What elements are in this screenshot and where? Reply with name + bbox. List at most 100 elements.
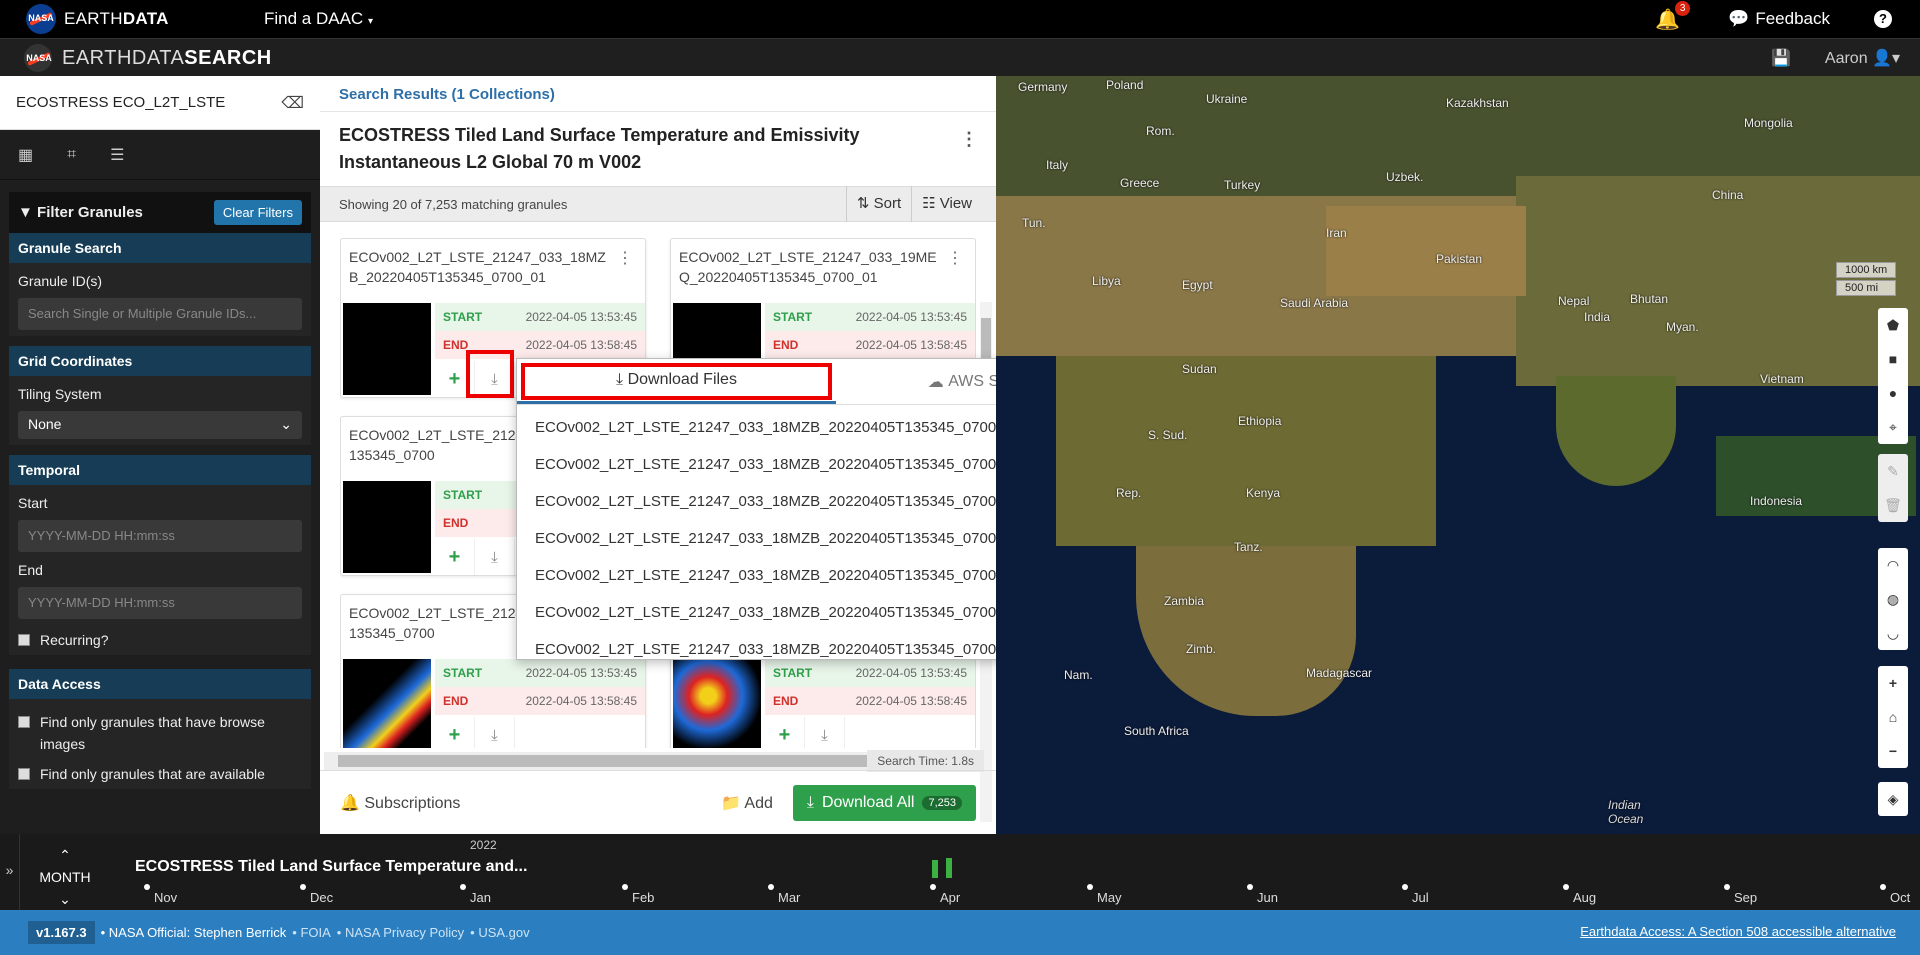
tab-download-files[interactable]: ⤓ Download Files xyxy=(517,359,836,404)
end-date-input[interactable]: YYYY-MM-DD HH:mm:ss xyxy=(18,587,302,619)
highlight-box xyxy=(466,350,514,398)
search-app-header: NASA EARTHDATASEARCH 💾 Aaron 👤▾ xyxy=(0,38,1920,76)
checkbox-box[interactable] xyxy=(18,634,30,646)
checkbox-box[interactable] xyxy=(18,716,30,728)
interval-selector[interactable]: ⌃ MONTH ⌄ xyxy=(20,834,110,910)
nasa-official: • NASA Official: Stephen Berrick xyxy=(100,925,287,940)
chevron-down-icon[interactable]: ⌄ xyxy=(20,888,110,910)
map-label: Poland xyxy=(1106,78,1144,92)
zoom-tools: + ⌂ − xyxy=(1878,666,1908,768)
map-label: Uzbek. xyxy=(1386,170,1424,184)
collapse-timeline-icon[interactable]: » xyxy=(0,834,20,910)
help-button[interactable]: ? xyxy=(1874,10,1892,28)
field-label: Granule ID(s) xyxy=(18,273,103,289)
add-to-project-button[interactable]: 📁 Add xyxy=(721,793,773,813)
chevron-up-icon[interactable]: ⌃ xyxy=(20,844,110,866)
map-view[interactable]: Germany Poland Ukraine Kazakhstan Mongol… xyxy=(996,76,1920,834)
map-label: Saudi Arabia xyxy=(1280,296,1349,310)
map-label: Mongolia xyxy=(1744,116,1793,130)
edit-icon[interactable]: ✎ xyxy=(1887,454,1899,488)
month-label: Jul xyxy=(1412,890,1429,905)
download-icon[interactable]: ⤓ xyxy=(805,717,845,748)
map-label: Tun. xyxy=(1022,216,1046,230)
granule-thumbnail xyxy=(673,659,761,748)
download-icon[interactable]: ⤓ xyxy=(475,717,515,748)
feedback-button[interactable]: 💬 Feedback xyxy=(1728,9,1830,29)
download-icon: ⤓ xyxy=(616,371,624,388)
add-granule-button[interactable]: + xyxy=(765,717,805,748)
globe-icon[interactable]: ◍ xyxy=(1887,582,1899,616)
timeline-collection-title: ECOSTRESS Tiled Land Surface Temperature… xyxy=(135,858,528,875)
section-title: Grid Coordinates xyxy=(9,346,311,376)
search-results-header[interactable]: Search Results (1 Collections) xyxy=(320,76,996,112)
recurring-checkbox[interactable]: Recurring? xyxy=(9,625,311,655)
month-label: Dec xyxy=(310,890,334,905)
land-southern-africa xyxy=(1136,546,1356,716)
section-title: Temporal xyxy=(9,455,311,485)
earthdata-brand[interactable]: NASA EARTHDATA xyxy=(26,4,169,34)
privacy-policy-link[interactable]: • NASA Privacy Policy xyxy=(337,925,464,940)
more-vertical-icon[interactable]: ⋮ xyxy=(947,249,963,269)
user-menu[interactable]: Aaron 👤▾ xyxy=(1825,48,1900,68)
subscriptions-button[interactable]: 🔔 Subscriptions xyxy=(340,793,721,813)
home-icon[interactable]: ⌂ xyxy=(1889,700,1897,734)
download-icon[interactable]: ⤓ xyxy=(475,539,515,575)
map-label: Nam. xyxy=(1064,668,1093,682)
download-icon: ⤓ xyxy=(806,793,814,811)
map-label: Iran xyxy=(1326,226,1347,240)
sliders-icon[interactable]: ☰ xyxy=(110,145,124,165)
antarctic-projection-icon[interactable]: ◡ xyxy=(1887,616,1899,650)
accessible-alternative-link[interactable]: Earthdata Access: A Section 508 accessib… xyxy=(1580,924,1896,939)
map-label: Myan. xyxy=(1666,320,1699,334)
start-date-input[interactable]: YYYY-MM-DD HH:mm:ss xyxy=(18,520,302,552)
more-vertical-icon[interactable]: ⋮ xyxy=(960,126,978,153)
granule-thumbnail xyxy=(343,303,431,395)
map-label: Greece xyxy=(1120,176,1160,190)
available-only-checkbox[interactable]: Find only granules that are available xyxy=(9,759,311,789)
earthdata-search-brand[interactable]: NASA EARTHDATASEARCH xyxy=(24,44,272,72)
calendar-icon[interactable]: ▦ xyxy=(18,145,33,165)
map-label: Rep. xyxy=(1116,486,1142,500)
search-input[interactable]: ECOSTRESS ECO_L2T_LSTE ⌫ xyxy=(0,76,320,130)
save-icon[interactable]: 💾 xyxy=(1771,48,1791,68)
earthdata-search-wordmark: EARTHDATASEARCH xyxy=(62,46,272,69)
usa-gov-link[interactable]: • USA.gov xyxy=(470,925,529,940)
comment-icon: 💬 xyxy=(1728,9,1750,28)
folder-plus-icon: 📁 xyxy=(720,794,741,812)
granule-thumbnail xyxy=(343,481,431,573)
find-daac-menu[interactable]: Find a DAAC ▾ xyxy=(264,9,373,29)
checkbox-box[interactable] xyxy=(18,768,30,780)
earthdata-wordmark: EARTHDATA xyxy=(64,9,169,28)
granule-ids-input[interactable]: Search Single or Multiple Granule IDs... xyxy=(18,298,302,330)
trash-icon[interactable]: 🗑 xyxy=(1884,488,1902,522)
eraser-icon[interactable]: ⌫ xyxy=(281,93,304,113)
add-granule-button[interactable]: + xyxy=(435,539,475,575)
view-button[interactable]: ☷ View xyxy=(911,186,982,222)
layers-icon[interactable]: ◈ xyxy=(1888,782,1899,816)
arctic-projection-icon[interactable]: ◠ xyxy=(1887,548,1899,582)
list-icon: ☷ xyxy=(922,195,936,212)
sort-button[interactable]: ⇅ Sort xyxy=(845,186,911,222)
foia-link[interactable]: • FOIA xyxy=(292,925,331,940)
user-icon: 👤▾ xyxy=(1872,50,1900,67)
rectangle-icon[interactable]: ■ xyxy=(1889,342,1897,376)
notifications-button[interactable]: 🔔 3 xyxy=(1655,0,1691,32)
tiling-system-select[interactable]: None ⌄ xyxy=(18,411,302,439)
point-icon[interactable]: ⌖ xyxy=(1889,410,1897,444)
map-label: Bhutan xyxy=(1630,292,1669,306)
zoom-in-icon[interactable]: + xyxy=(1889,666,1897,700)
browse-only-checkbox[interactable]: Find only granules that have browse imag… xyxy=(9,699,311,759)
more-vertical-icon[interactable]: ⋮ xyxy=(617,249,633,269)
clear-filters-button[interactable]: Clear Filters xyxy=(213,200,302,225)
circle-icon[interactable]: ● xyxy=(1889,376,1897,410)
granule-bars[interactable] xyxy=(932,858,960,881)
granule-name: ECOv002_L2T_LSTE_21247_033_19MEQ_2022040… xyxy=(679,249,963,285)
map-label: Kazakhstan xyxy=(1446,96,1509,110)
add-granule-button[interactable]: + xyxy=(435,717,475,748)
polygon-icon[interactable]: ⬟ xyxy=(1887,308,1899,342)
month-label: Feb xyxy=(632,890,655,905)
crop-icon[interactable]: ⌗ xyxy=(67,146,76,164)
timeline-axis[interactable]: Nov Dec Jan Feb Mar Apr May Jun Jul Aug … xyxy=(110,884,1920,910)
download-all-button[interactable]: ⤓ Download All 7,253 xyxy=(792,784,976,821)
zoom-out-icon[interactable]: − xyxy=(1889,734,1897,768)
